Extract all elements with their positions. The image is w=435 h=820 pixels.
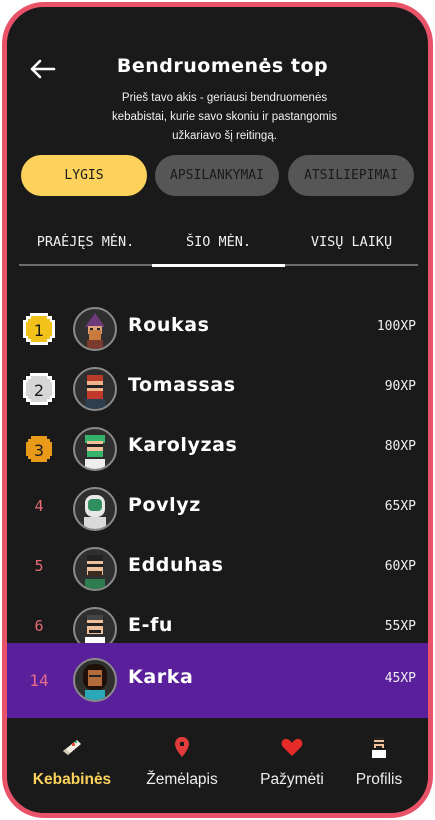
page-title: Bendruomenės top [116, 55, 329, 77]
segment-atsiliepimai[interactable]: ATSILIEPIMAI [288, 155, 414, 196]
user-xp: 60XP [384, 559, 416, 574]
gold-medal-icon: 1 [23, 313, 55, 345]
user-name: Roukas [128, 314, 210, 336]
page-subtitle: Prieš tavo akis - geriausi bendruomenės … [111, 92, 337, 142]
silver-medal-icon: 2 [23, 373, 55, 405]
user-name: Karka [128, 666, 194, 688]
rank-number: 6 [34, 617, 44, 635]
user-name: Povlyz [128, 494, 201, 516]
leaderboard-row[interactable]: 5 Edduhas 60XP [7, 539, 428, 599]
heart-icon [281, 738, 303, 756]
user-xp: 55XP [384, 619, 416, 634]
nav-zemelapis[interactable]: Žemėlapis [132, 718, 232, 808]
user-xp: 80XP [384, 439, 416, 454]
segment-lygis[interactable]: LYGIS [21, 155, 147, 196]
avatar [73, 547, 117, 591]
nav-label: Kebabinės [32, 771, 112, 788]
nav-kebabines[interactable]: Kebabinės [22, 718, 122, 808]
avatar [73, 307, 117, 351]
current-user-row[interactable]: 14 Karka 45XP [7, 643, 428, 718]
rank-label: 3 [34, 441, 44, 460]
avatar [73, 427, 117, 471]
user-xp: 45XP [384, 671, 416, 686]
rank-number: 5 [34, 557, 44, 575]
tab-all-time[interactable]: VISŲ LAIKŲ [285, 222, 418, 262]
user-name: Edduhas [128, 554, 224, 576]
avatar [73, 658, 117, 702]
rank-label: 1 [34, 321, 44, 340]
rank-number: 14 [29, 671, 49, 690]
bronze-medal-icon: 3 [23, 433, 55, 465]
nav-label: Pažymėti [260, 771, 324, 788]
leaderboard-row[interactable]: 3 Karolyzas 80XP [7, 419, 428, 479]
nav-pazymeti[interactable]: Pažymėti [242, 718, 342, 808]
rank-label: 2 [34, 381, 44, 400]
user-name: Tomassas [128, 374, 236, 396]
header: Bendruomenės top Prieš tavo akis - geria… [7, 7, 428, 157]
leaderboard-row[interactable]: 4 Povlyz 65XP [7, 479, 428, 539]
kebab-wrap-icon [63, 740, 81, 755]
nav-profilis[interactable]: Profilis [329, 718, 428, 808]
active-tab-indicator [152, 264, 285, 267]
tab-this-month[interactable]: ŠIO MĖN. [152, 222, 285, 262]
phone-frame: Bendruomenės top Prieš tavo akis - geria… [2, 2, 433, 818]
leaderboard-row[interactable]: 2 Tomassas 90XP [7, 359, 428, 419]
segment-apsilankymai[interactable]: APSILANKYMAI [155, 155, 279, 196]
avatar [73, 367, 117, 411]
user-xp: 90XP [384, 379, 416, 394]
bottom-navigation: Kebabinės Žemėlapis Pažymėti Profilis [7, 718, 428, 813]
user-xp: 100XP [376, 319, 416, 334]
nav-label: Profilis [355, 771, 403, 788]
nav-label: Žemėlapis [146, 771, 218, 788]
period-tabs: PRAĖJĘS MĖN. ŠIO MĖN. VISŲ LAIKŲ [19, 222, 418, 267]
leaderboard-row[interactable]: 1 Roukas 100XP [7, 299, 428, 359]
user-xp: 65XP [384, 499, 416, 514]
tab-last-month[interactable]: PRAĖJĘS MĖN. [19, 222, 152, 262]
rank-number: 4 [34, 497, 44, 515]
user-name: E-fu [128, 614, 174, 636]
map-pin-icon [175, 737, 189, 757]
profile-avatar-icon [372, 737, 386, 758]
user-name: Karolyzas [128, 434, 238, 456]
avatar [73, 487, 117, 531]
